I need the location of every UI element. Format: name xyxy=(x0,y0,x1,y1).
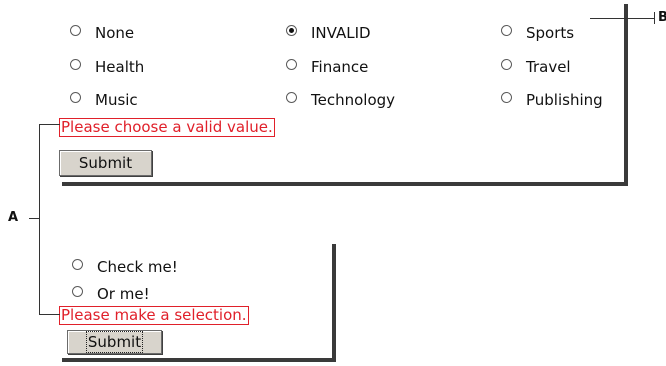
callout-a-label: A xyxy=(8,210,19,225)
selection-form-shadow xyxy=(332,244,336,362)
radio-button[interactable] xyxy=(501,91,512,103)
radio-label: Publishing xyxy=(526,91,603,109)
submit-button-label: Submit xyxy=(85,331,144,353)
radio-button[interactable] xyxy=(70,91,81,103)
radio-button[interactable] xyxy=(501,24,512,36)
radio-option-health[interactable]: Health xyxy=(70,56,144,78)
radio-button[interactable] xyxy=(70,58,81,70)
radio-label: None xyxy=(95,24,135,42)
radio-option-check-me[interactable]: Check me! xyxy=(72,256,178,278)
radio-option-invalid[interactable]: INVALID xyxy=(286,22,371,44)
radio-option-finance[interactable]: Finance xyxy=(286,56,368,78)
radio-button[interactable] xyxy=(286,91,297,103)
validation-error-message: Please make a selection. xyxy=(59,306,249,325)
radio-label: Health xyxy=(95,58,145,76)
radio-label: Technology xyxy=(311,91,396,109)
radio-option-travel[interactable]: Travel xyxy=(501,56,571,78)
callout-b-label: B xyxy=(658,10,666,25)
radio-label: Check me! xyxy=(97,258,178,276)
radio-option-technology[interactable]: Technology xyxy=(286,89,395,111)
radio-option-music[interactable]: Music xyxy=(70,89,138,111)
radio-label: Sports xyxy=(526,24,575,42)
radio-option-sports[interactable]: Sports xyxy=(501,22,574,44)
selection-form-shadow-bottom xyxy=(62,358,336,362)
radio-option-none[interactable]: None xyxy=(70,22,134,44)
callout-b-leader xyxy=(590,18,654,19)
radio-button[interactable] xyxy=(72,285,83,297)
callout-a-bracket-top xyxy=(39,124,60,125)
radio-option-or-me[interactable]: Or me! xyxy=(72,283,150,305)
radio-label: Travel xyxy=(526,58,571,76)
radio-button-selected[interactable] xyxy=(286,24,297,36)
callout-a-leader xyxy=(29,218,40,219)
callout-a-bracket-vertical xyxy=(39,124,40,315)
radio-button[interactable] xyxy=(72,258,83,270)
category-form-shadow xyxy=(624,4,628,186)
category-form-shadow-bottom xyxy=(62,182,628,186)
callout-a-bracket-bottom xyxy=(39,314,60,315)
radio-button[interactable] xyxy=(70,24,81,36)
radio-label: Music xyxy=(95,91,138,109)
radio-label: INVALID xyxy=(311,24,371,42)
submit-button[interactable]: Submit xyxy=(67,330,162,354)
submit-button[interactable]: Submit xyxy=(59,150,152,176)
radio-label: Or me! xyxy=(97,285,150,303)
radio-label: Finance xyxy=(311,58,369,76)
radio-button[interactable] xyxy=(501,58,512,70)
submit-button-label: Submit xyxy=(78,154,133,172)
radio-button[interactable] xyxy=(286,58,297,70)
validation-error-message: Please choose a valid value. xyxy=(59,118,275,137)
radio-option-publishing[interactable]: Publishing xyxy=(501,89,603,111)
callout-b-tick xyxy=(654,12,655,24)
